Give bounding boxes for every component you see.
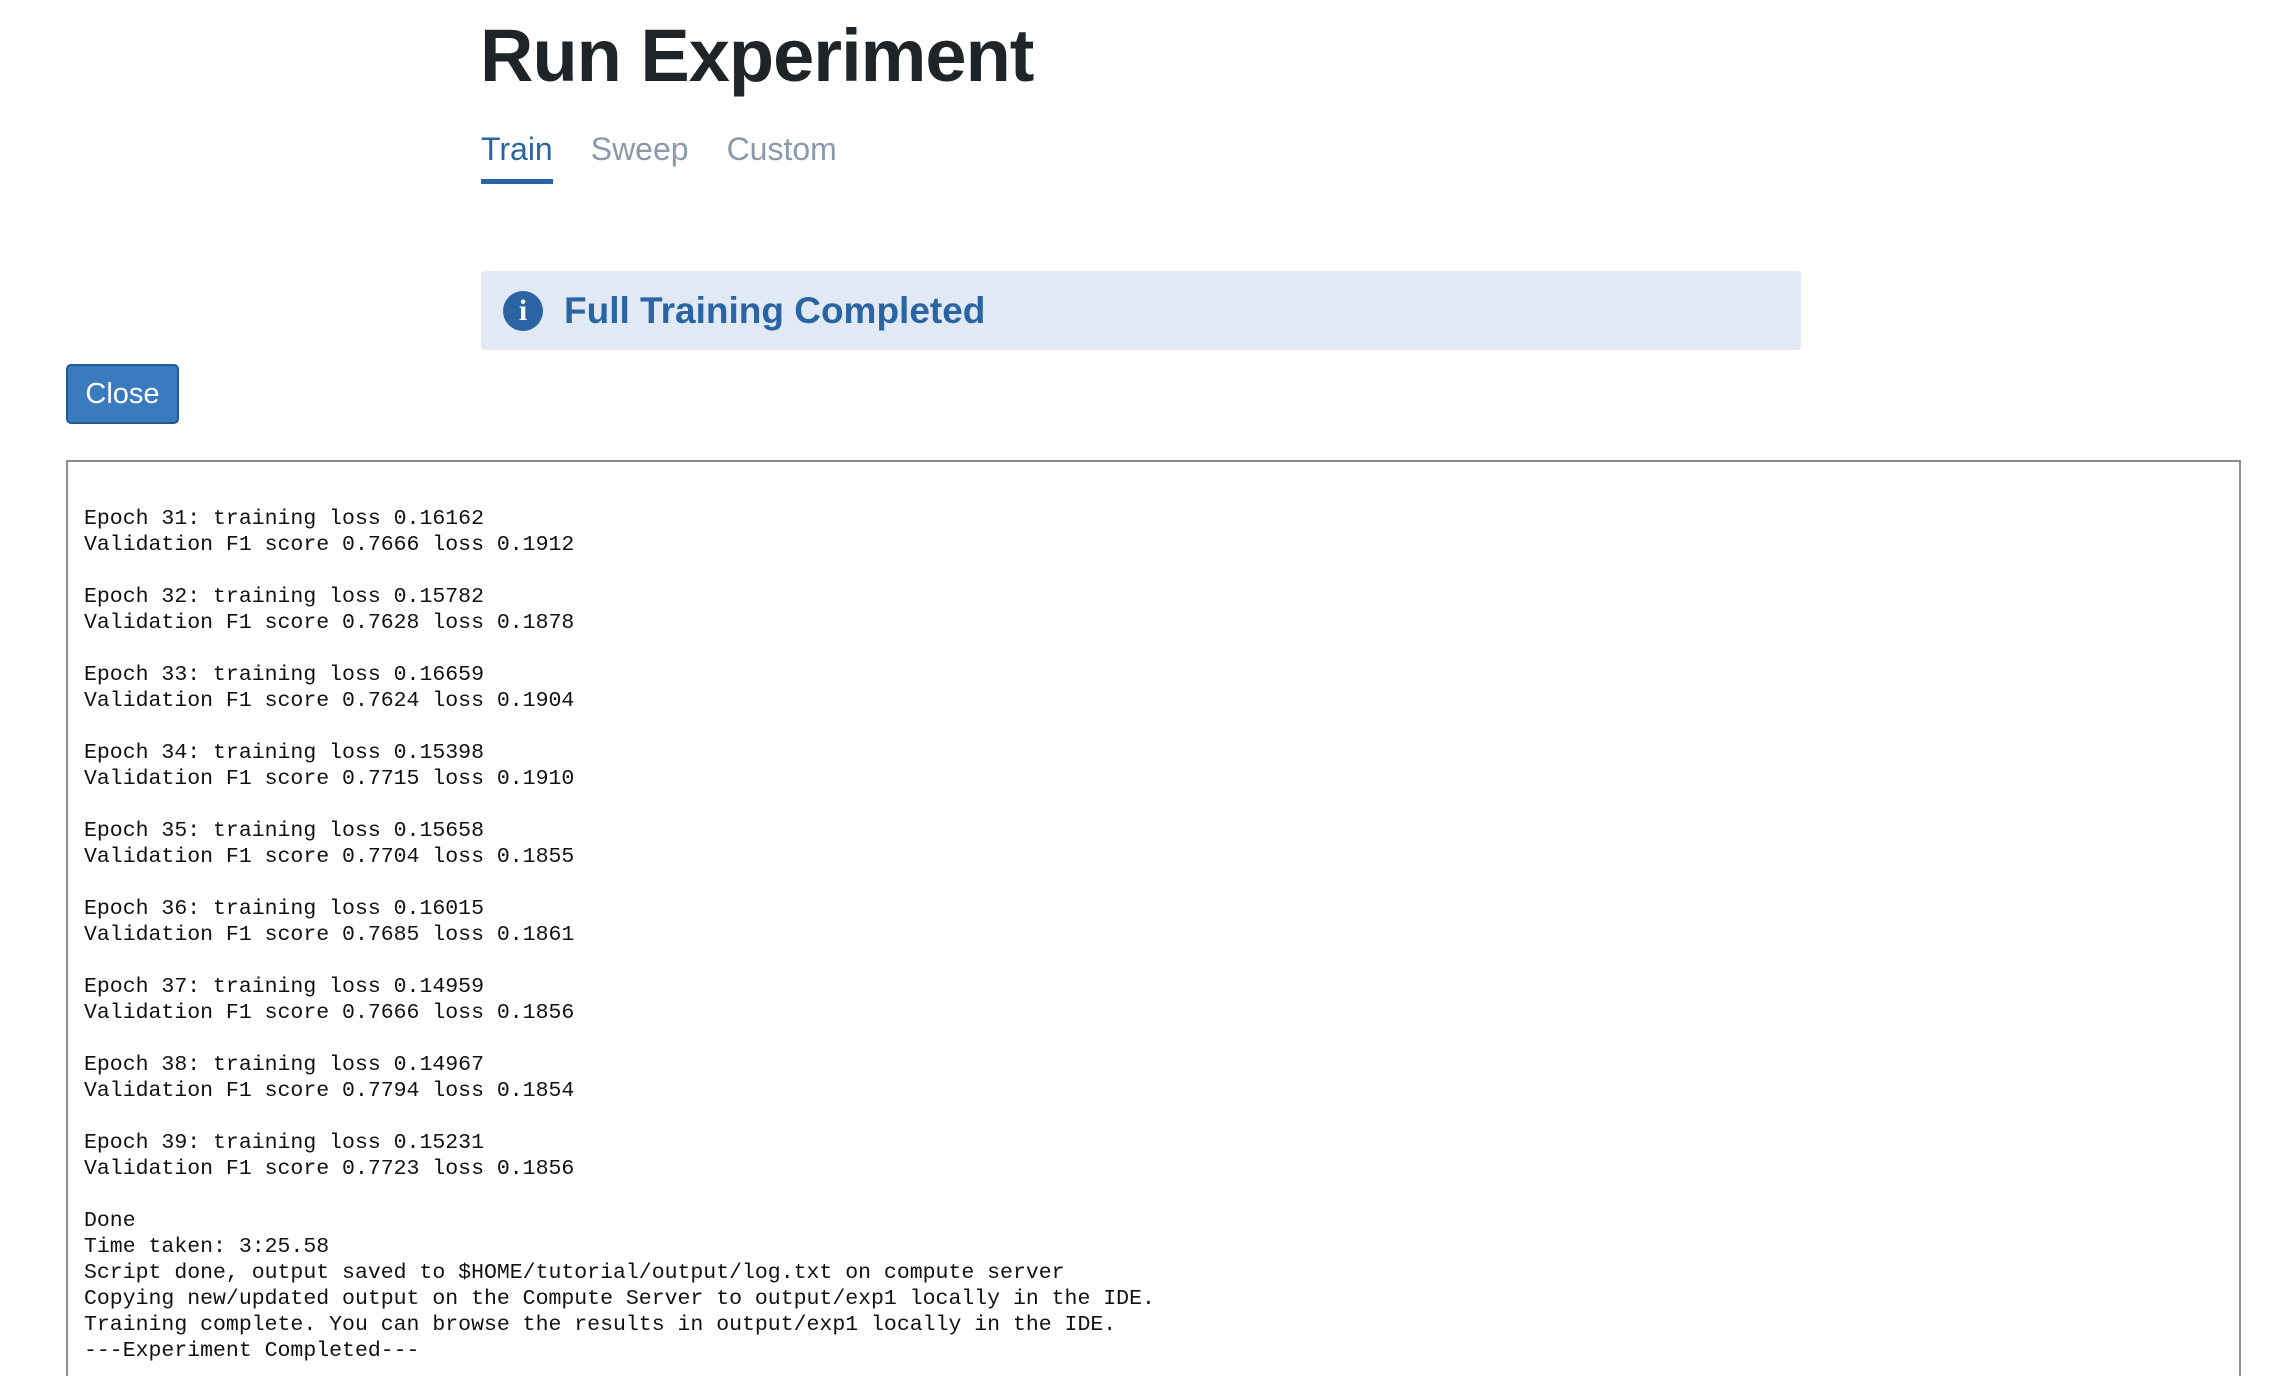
log-line: Epoch 35: training loss 0.15658 [84, 819, 484, 843]
log-blank-line [84, 558, 2239, 584]
log-blank-line [84, 1182, 2239, 1208]
log-line: ---Experiment Completed--- [84, 1339, 420, 1363]
tab-bar: Train Sweep Custom [481, 130, 837, 185]
log-line: Validation F1 score 0.7723 loss 0.1856 [84, 1157, 575, 1181]
tab-train[interactable]: Train [481, 130, 553, 185]
log-line: Validation F1 score 0.7624 loss 0.1904 [84, 689, 575, 713]
log-line: Epoch 34: training loss 0.15398 [84, 741, 484, 765]
log-line: Validation F1 score 0.7794 loss 0.1854 [84, 1079, 575, 1103]
page-title: Run Experiment [480, 14, 1034, 97]
log-line: Epoch 36: training loss 0.16015 [84, 897, 484, 921]
log-line: Copying new/updated output on the Comput… [84, 1287, 1155, 1311]
log-line: Validation F1 score 0.7685 loss 0.1861 [84, 923, 575, 947]
log-line: Time taken: 3:25.58 [84, 1235, 330, 1259]
run-experiment-page: Run Experiment Train Sweep Custom i Full… [0, 0, 2280, 1376]
log-line: Validation F1 score 0.7666 loss 0.1856 [84, 1001, 575, 1025]
status-alert: i Full Training Completed [481, 271, 1801, 350]
log-line: Epoch 33: training loss 0.16659 [84, 663, 484, 687]
log-line: Epoch 37: training loss 0.14959 [84, 975, 484, 999]
info-icon: i [503, 290, 543, 331]
log-output[interactable]: Epoch 31: training loss 0.16162 Validatio… [66, 460, 2241, 1376]
log-line: Done [84, 1209, 136, 1233]
log-blank-line [84, 792, 2239, 818]
tab-custom[interactable]: Custom [727, 130, 837, 184]
log-blank-line [84, 948, 2239, 974]
log-blank-line [84, 636, 2239, 662]
log-line: Script done, output saved to $HOME/tutor… [84, 1261, 1065, 1285]
log-blank-line [84, 714, 2239, 740]
log-line: Epoch 39: training loss 0.15231 [84, 1131, 484, 1155]
log-line: Validation F1 score 0.7715 loss 0.1910 [84, 767, 575, 791]
alert-message: Full Training Completed [564, 289, 986, 331]
close-button[interactable]: Close [66, 364, 179, 424]
log-line: Training complete. You can browse the re… [84, 1313, 1117, 1337]
log-blank-line [84, 870, 2239, 896]
tab-sweep[interactable]: Sweep [591, 130, 689, 184]
log-blank-line [84, 1104, 2239, 1130]
log-line: Validation F1 score 0.7666 loss 0.1912 [84, 533, 575, 557]
log-line: Epoch 32: training loss 0.15782 [84, 585, 484, 609]
log-line: Epoch 31: training loss 0.16162 [84, 507, 484, 531]
log-line: Validation F1 score 0.7704 loss 0.1855 [84, 845, 575, 869]
log-line: Validation F1 score 0.7628 loss 0.1878 [84, 611, 575, 635]
log-line: Epoch 38: training loss 0.14967 [84, 1053, 484, 1077]
log-blank-line [84, 1026, 2239, 1052]
